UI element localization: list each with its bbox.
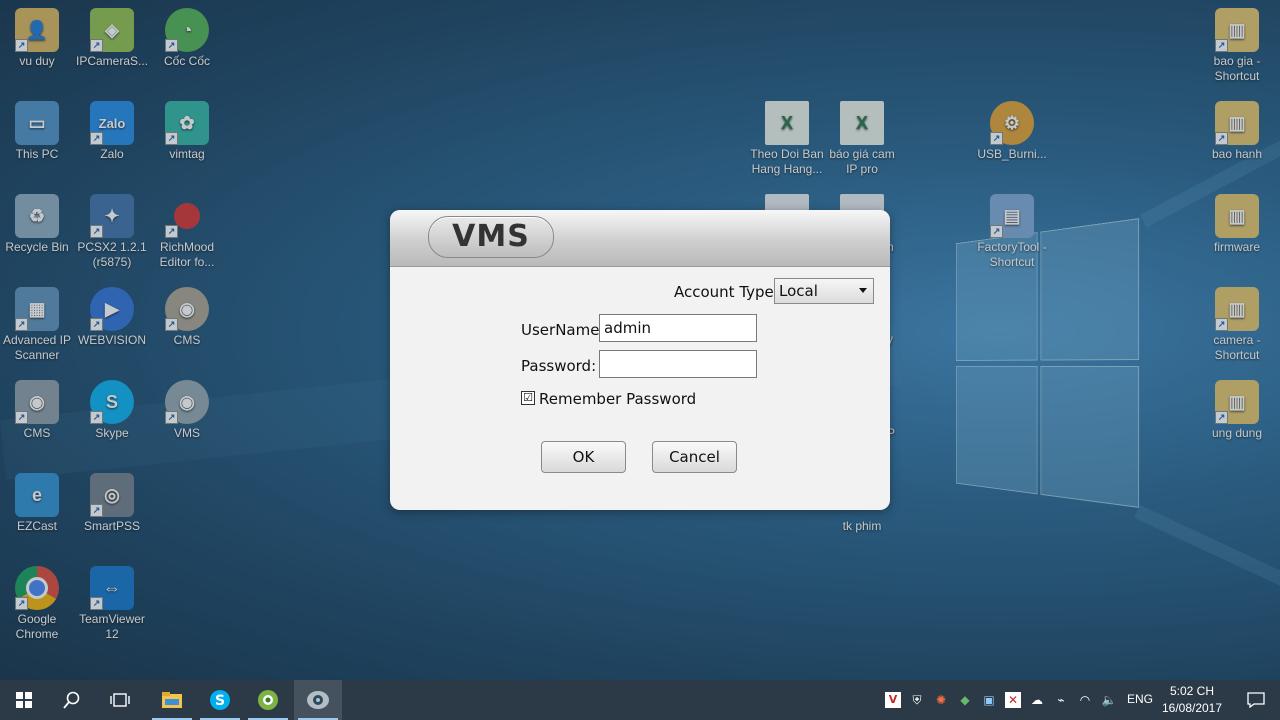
wifi-icon[interactable]: ◠ bbox=[1077, 692, 1093, 708]
language-indicator[interactable]: ENG bbox=[1127, 692, 1153, 706]
tray-vivaldi-icon[interactable]: V bbox=[885, 692, 901, 708]
vms-logo: VMS bbox=[428, 216, 554, 258]
clock-date: 16/08/2017 bbox=[1161, 701, 1223, 715]
tray-blocked-icon[interactable]: ✕ bbox=[1005, 692, 1021, 708]
dropdown-arrow-icon bbox=[859, 288, 867, 293]
account-type-select[interactable]: Local bbox=[774, 278, 874, 304]
onedrive-icon[interactable]: ☁ bbox=[1029, 692, 1045, 708]
tray-shield-icon[interactable]: ⛨ bbox=[909, 692, 925, 708]
power-icon[interactable]: ⌁ bbox=[1053, 692, 1069, 708]
username-label: UserName: bbox=[521, 321, 605, 339]
action-center-button[interactable] bbox=[1232, 680, 1280, 720]
taskbar-clock[interactable]: 5:02 CH 16/08/2017 bbox=[1158, 683, 1226, 717]
username-input[interactable] bbox=[599, 314, 757, 342]
taskbar-vms[interactable] bbox=[294, 680, 342, 720]
camera-icon bbox=[307, 691, 329, 709]
volume-icon[interactable]: 🔈 bbox=[1101, 692, 1117, 708]
taskbar: S V ⛨ ✺ ◆ ▣ ✕ ☁ ⌁ ◠ 🔈 ENG 5:02 CH 16/08/… bbox=[0, 680, 1280, 720]
coc-coc-browser-icon bbox=[258, 690, 278, 710]
tray-leaf-icon[interactable]: ◆ bbox=[957, 692, 973, 708]
clock-time: 5:02 CH bbox=[1169, 684, 1215, 698]
notification-icon bbox=[1247, 692, 1265, 708]
skype-icon: S bbox=[210, 690, 230, 710]
windows-start-icon bbox=[16, 692, 32, 708]
task-view-button[interactable] bbox=[96, 680, 144, 720]
taskbar-coc-coc[interactable] bbox=[244, 680, 292, 720]
password-label: Password: bbox=[521, 357, 597, 375]
start-button[interactable] bbox=[0, 680, 48, 720]
svg-text:S: S bbox=[215, 693, 225, 709]
cancel-button[interactable]: Cancel bbox=[652, 441, 737, 473]
taskbar-file-explorer[interactable] bbox=[148, 680, 196, 720]
search-button[interactable] bbox=[48, 680, 96, 720]
tray-network-app-icon[interactable]: ▣ bbox=[981, 692, 997, 708]
remember-password-label[interactable]: Remember Password bbox=[539, 390, 696, 408]
folder-icon bbox=[162, 692, 182, 708]
account-type-label: Account Type: bbox=[674, 283, 779, 301]
password-input[interactable] bbox=[599, 350, 757, 378]
tray-app-icon[interactable]: ✺ bbox=[933, 692, 949, 708]
ok-button[interactable]: OK bbox=[541, 441, 626, 473]
dialog-header[interactable]: VMS bbox=[390, 210, 890, 267]
account-type-value: Local bbox=[779, 282, 818, 300]
search-icon bbox=[63, 691, 80, 709]
task-view-icon bbox=[110, 693, 130, 707]
taskbar-skype[interactable]: S bbox=[196, 680, 244, 720]
vms-login-dialog: VMS Account Type: Local UserName: Passwo… bbox=[390, 210, 890, 510]
remember-password-checkbox[interactable]: ☑ bbox=[521, 391, 535, 405]
